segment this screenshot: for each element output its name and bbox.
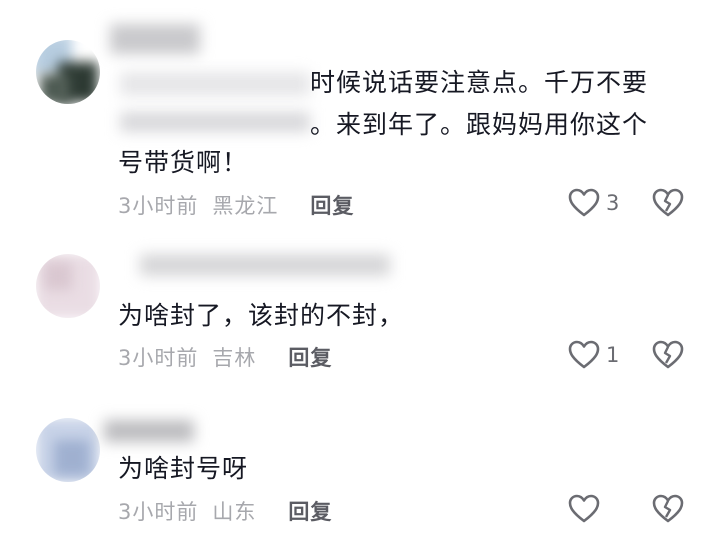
heart-outline-icon: [568, 340, 600, 369]
username-redacted[interactable]: [140, 254, 390, 276]
comment-text: 时候说话要注意点。千万不要: [310, 68, 649, 97]
broken-heart-icon: [652, 340, 684, 369]
like-count: 3: [606, 191, 620, 215]
avatar[interactable]: [36, 40, 100, 104]
comment-time: 3小时前: [118, 194, 199, 218]
comment-text: 。来到年了。跟妈妈用你这个: [310, 110, 649, 139]
reply-button[interactable]: 回复: [310, 190, 354, 220]
comment-meta: 3小时前 黑龙江 回复: [118, 190, 354, 220]
comment-meta: 3小时前 山东 回复: [118, 496, 332, 526]
comment-location: 山东: [212, 500, 257, 524]
like-button[interactable]: 1: [568, 340, 619, 370]
broken-heart-icon: [652, 494, 684, 523]
comment-location: 黑龙江: [212, 194, 279, 218]
text-redacted: [120, 72, 310, 96]
text-redacted: [120, 112, 310, 132]
comment-text: 为啥封号呀: [118, 454, 249, 483]
comment-item: 时候说话要注意点。千万不要 。来到年了。跟妈妈用你这个 号带货啊！ 3小时前 黑…: [0, 0, 720, 240]
comment-meta: 3小时前 吉林 回复: [118, 342, 332, 372]
dislike-button[interactable]: [652, 188, 684, 218]
heart-outline-icon: [568, 494, 600, 523]
reply-button[interactable]: 回复: [288, 342, 332, 372]
avatar[interactable]: [36, 418, 100, 482]
comment-item: 为啥封号呀 3小时前 山东 回复: [0, 400, 720, 542]
dislike-button[interactable]: [652, 494, 684, 524]
broken-heart-icon: [652, 188, 684, 217]
like-count: 1: [606, 343, 620, 367]
comment-text: 为啥封了，该封的不封，: [118, 301, 405, 330]
like-button[interactable]: [568, 494, 606, 524]
username-redacted[interactable]: [110, 24, 200, 54]
heart-outline-icon: [568, 188, 600, 217]
comment-time: 3小时前: [118, 346, 199, 370]
like-button[interactable]: 3: [568, 188, 619, 218]
comment-location: 吉林: [212, 346, 257, 370]
comment-item: 为啥封了，该封的不封， 3小时前 吉林 回复 1: [0, 240, 720, 400]
comment-time: 3小时前: [118, 500, 199, 524]
comment-text: 号带货啊！: [118, 148, 249, 177]
reply-button[interactable]: 回复: [288, 496, 332, 526]
dislike-button[interactable]: [652, 340, 684, 370]
username-redacted[interactable]: [104, 420, 194, 442]
avatar[interactable]: [36, 254, 100, 318]
